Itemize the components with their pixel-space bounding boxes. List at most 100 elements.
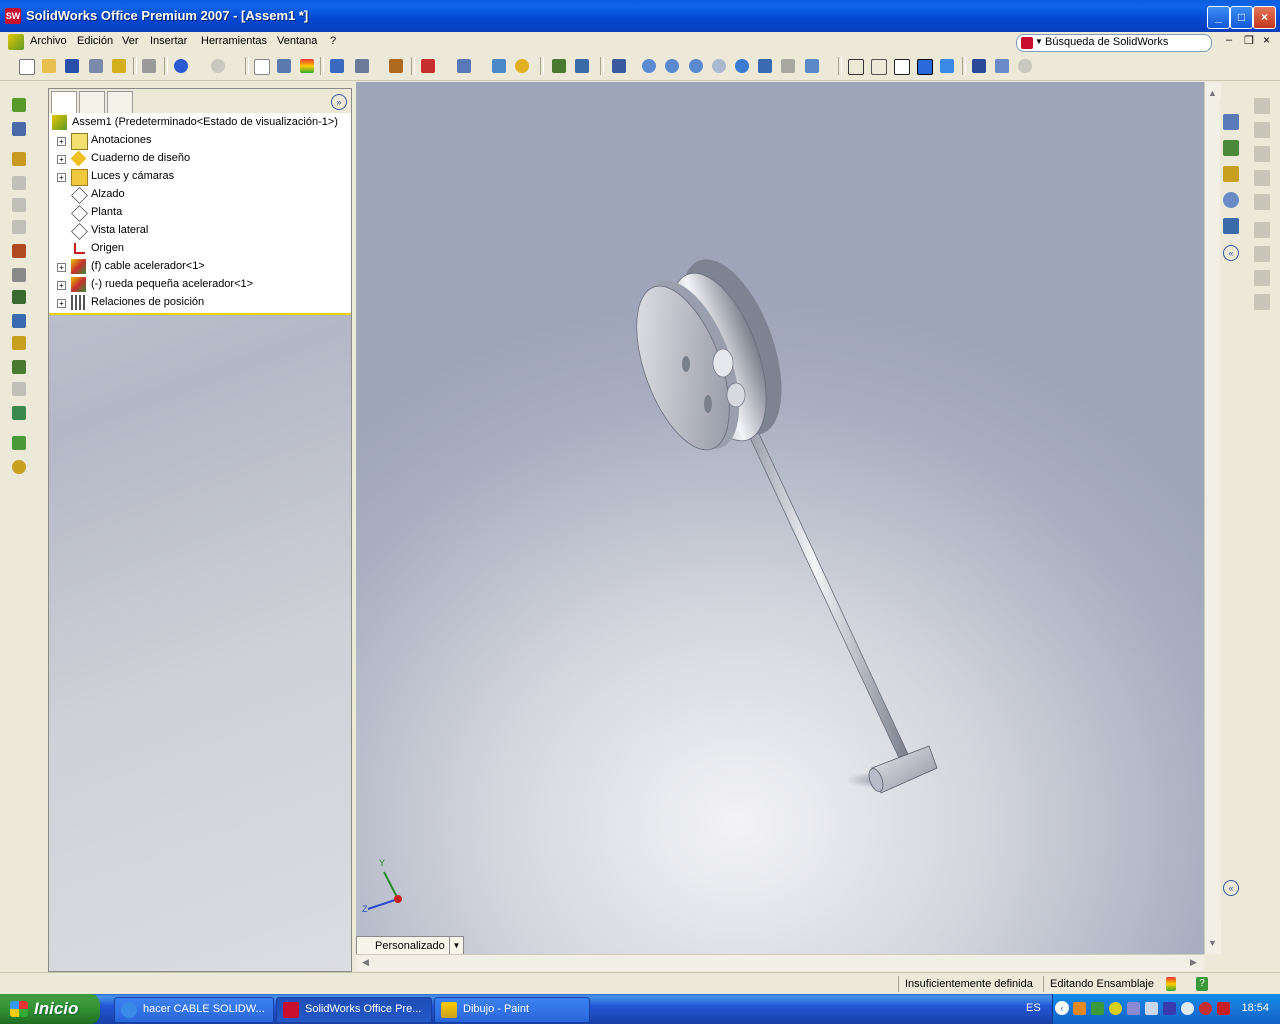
shaded-with-edges-icon[interactable] (914, 56, 934, 76)
line-icon[interactable] (1254, 146, 1270, 162)
doc-close-button[interactable]: × (1263, 33, 1270, 47)
select-button[interactable] (251, 56, 271, 76)
help-icon[interactable] (512, 56, 532, 76)
start-button[interactable]: Inicio (0, 994, 100, 1024)
maximize-button[interactable]: □ (1230, 6, 1253, 29)
doc-minimize-button[interactable]: – (1226, 34, 1232, 46)
doc-restore-button[interactable]: ❐ (1244, 34, 1254, 47)
sketch-button[interactable] (609, 56, 629, 76)
taskbar-item-browser[interactable]: hacer CABLE SOLIDW... (114, 997, 274, 1023)
convert-entities-icon[interactable] (1254, 270, 1270, 286)
home-icon[interactable] (1223, 114, 1239, 130)
tree-item[interactable]: + (-) rueda pequeña acelerador<1> (49, 276, 351, 294)
file-properties-button[interactable] (327, 56, 347, 76)
expand-icon[interactable]: + (57, 137, 66, 146)
pan-icon[interactable] (755, 56, 775, 76)
tray-expand-icon[interactable]: ‹ (1055, 1001, 1069, 1015)
tray-app-icon[interactable] (1163, 1002, 1176, 1015)
mate-button[interactable] (549, 56, 569, 76)
move-component-button[interactable] (572, 56, 592, 76)
tab-property-manager[interactable] (79, 91, 105, 114)
chevron-down-icon[interactable]: ▼ (449, 937, 463, 955)
offset-entities-icon[interactable] (1254, 294, 1270, 310)
menu-ventana[interactable]: Ventana (277, 35, 317, 47)
tree-item[interactable]: + Cuaderno de diseño (49, 150, 351, 168)
tray-app-icon[interactable] (1145, 1002, 1158, 1015)
view-palette-icon[interactable] (1223, 218, 1239, 234)
scroll-right-icon[interactable]: ▶ (1190, 957, 1197, 968)
rebuild-status-icon[interactable] (1166, 977, 1176, 991)
move-component-icon[interactable] (10, 288, 28, 306)
menu-help[interactable]: ? (330, 35, 336, 47)
save-button[interactable] (62, 56, 82, 76)
select-filter-button[interactable] (274, 56, 294, 76)
rotate-view-icon[interactable] (732, 56, 752, 76)
clock[interactable]: 18:54 (1241, 1002, 1269, 1014)
redo-button[interactable] (208, 56, 228, 76)
tray-app-icon[interactable] (1127, 1002, 1140, 1015)
rueda-pequena-acelerador[interactable] (618, 246, 802, 462)
fillet-icon[interactable] (1254, 194, 1270, 210)
hidden-lines-visible-icon[interactable] (868, 56, 888, 76)
new-document-button[interactable] (16, 56, 36, 76)
expand-panel-icon[interactable]: » (331, 94, 347, 110)
tree-root[interactable]: Assem1 (Predeterminado<Estado de visuali… (49, 114, 351, 132)
make-drawing-button[interactable] (86, 56, 106, 76)
menu-herramientas[interactable]: Herramientas (201, 35, 267, 47)
print-button[interactable] (139, 56, 159, 76)
menu-ver[interactable]: Ver (122, 35, 139, 47)
scroll-down-icon[interactable]: ▼ (1208, 938, 1217, 948)
options-button[interactable] (352, 56, 372, 76)
hidden-lines-removed-icon[interactable] (891, 56, 911, 76)
tray-app-icon[interactable] (1073, 1002, 1086, 1015)
design-library-icon[interactable] (1223, 140, 1239, 156)
standard-views-icon[interactable] (802, 56, 822, 76)
tree-item[interactable]: Origen (49, 240, 351, 258)
menu-insertar[interactable]: Insertar (150, 35, 187, 47)
menu-edicion[interactable]: Edición (77, 35, 113, 47)
display-style-button[interactable] (418, 56, 438, 76)
component-settings-icon[interactable] (10, 458, 28, 476)
tab-feature-manager[interactable] (51, 91, 77, 114)
view-orientation-button[interactable] (454, 56, 474, 76)
assembly-xpert-icon[interactable] (10, 434, 28, 452)
insert-component-button[interactable] (386, 56, 406, 76)
collapse-pane-icon[interactable]: « (1223, 245, 1239, 261)
sketch-icon[interactable] (1254, 98, 1270, 114)
taskbar-item-paint[interactable]: Dibujo - Paint (434, 997, 590, 1023)
interference-detection-icon[interactable] (10, 404, 28, 422)
realview-icon[interactable] (1015, 56, 1035, 76)
section-view-icon[interactable] (992, 56, 1012, 76)
spline-icon[interactable] (1254, 170, 1270, 186)
add-relation-icon[interactable] (1254, 222, 1270, 238)
no-external-refs-icon[interactable] (10, 218, 28, 236)
shadows-icon[interactable] (969, 56, 989, 76)
trim-icon[interactable] (1254, 246, 1270, 262)
expand-icon[interactable]: + (57, 263, 66, 272)
sketch-tools-icon[interactable] (10, 120, 28, 138)
document-icon[interactable] (8, 34, 24, 50)
rebuild-button[interactable] (297, 56, 317, 76)
insert-components-icon[interactable] (10, 96, 28, 114)
tree-item[interactable]: + Luces y cámaras (49, 168, 351, 186)
tray-app-icon[interactable] (1091, 1002, 1104, 1015)
tree-item[interactable]: + (f) cable acelerador<1> (49, 258, 351, 276)
smart-fasteners-icon[interactable] (10, 242, 28, 260)
hide-show-icon[interactable] (10, 150, 28, 168)
tray-network-icon[interactable] (1109, 1002, 1122, 1015)
edit-component-icon[interactable] (10, 196, 28, 214)
tab-configuration-manager[interactable] (107, 91, 133, 114)
chevron-down-icon[interactable]: ▼ (1035, 37, 1043, 46)
minimize-button[interactable]: _ (1207, 6, 1230, 29)
language-indicator[interactable]: ES (1026, 1002, 1041, 1014)
tree-item[interactable]: + Relaciones de posición (49, 294, 351, 312)
mate-icon[interactable] (10, 266, 28, 284)
exploded-view-icon[interactable] (10, 380, 28, 398)
reference-geometry-icon[interactable] (10, 358, 28, 376)
roll-view-icon[interactable] (778, 56, 798, 76)
wireframe-icon[interactable] (845, 56, 865, 76)
search-icon[interactable] (1223, 192, 1239, 208)
rotate-component-icon[interactable] (10, 312, 28, 330)
zoom-to-area-icon[interactable] (662, 56, 682, 76)
tray-antivirus-icon[interactable] (1217, 1002, 1230, 1015)
